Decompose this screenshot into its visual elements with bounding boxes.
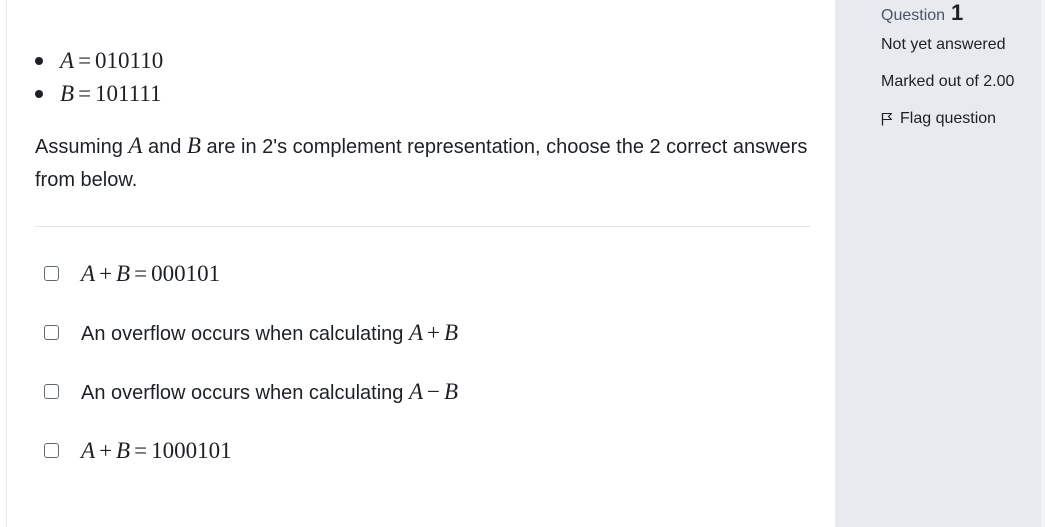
question-state: Not yet answered [881,36,1006,53]
answer-checkbox[interactable] [44,443,59,458]
flag-question-button[interactable]: Flag question [881,110,996,128]
question-number: 1 [951,0,964,25]
question-prompt: Assuming A and B are in 2's complement r… [35,133,808,191]
bullet-icon [35,90,43,98]
answer-checkbox[interactable] [44,384,59,399]
question-content: A = 010110 B = 101111 Assuming A and B are i… [6,0,835,527]
answer-checkbox[interactable] [44,325,59,340]
variable-a-expression: A = 010110 [60,48,164,73]
section-divider [35,226,810,227]
question-info-panel: Question 1 Not yet answered Marked out o… [835,0,1041,527]
variable-b-expression: B = 101111 [60,81,162,106]
answer-label[interactable]: A + B = 000101 [81,250,220,298]
answer-label[interactable]: An overflow occurs when calculating A − B [81,368,458,416]
answer-option-4[interactable]: A + B = 1000101 [35,427,458,486]
answer-label[interactable]: An overflow occurs when calculating A + B [81,309,458,357]
question-label: Question [881,7,946,24]
flag-question-label[interactable]: Flag question [900,110,996,128]
answer-option-1[interactable]: A + B = 000101 [35,250,458,309]
question-title: Question 1 [881,0,963,26]
question-grade: Marked out of 2.00 [881,73,1015,90]
variable-item-b: B = 101111 [35,77,163,110]
bullet-icon [35,57,43,65]
variable-item-a: A = 010110 [35,44,163,77]
variable-list: A = 010110 B = 101111 [35,44,163,110]
scrollbar-track[interactable] [1041,0,1045,527]
answer-label[interactable]: A + B = 1000101 [81,427,232,475]
answer-option-3[interactable]: An overflow occurs when calculating A − B [35,368,458,427]
answer-list: A + B = 000101 An overflow occurs when calcu… [35,250,458,486]
answer-checkbox[interactable] [44,266,59,281]
flag-outline-icon [881,112,893,126]
answer-option-2[interactable]: An overflow occurs when calculating A + B [35,309,458,368]
quiz-page: A = 010110 B = 101111 Assuming A and B are i… [0,0,1045,527]
